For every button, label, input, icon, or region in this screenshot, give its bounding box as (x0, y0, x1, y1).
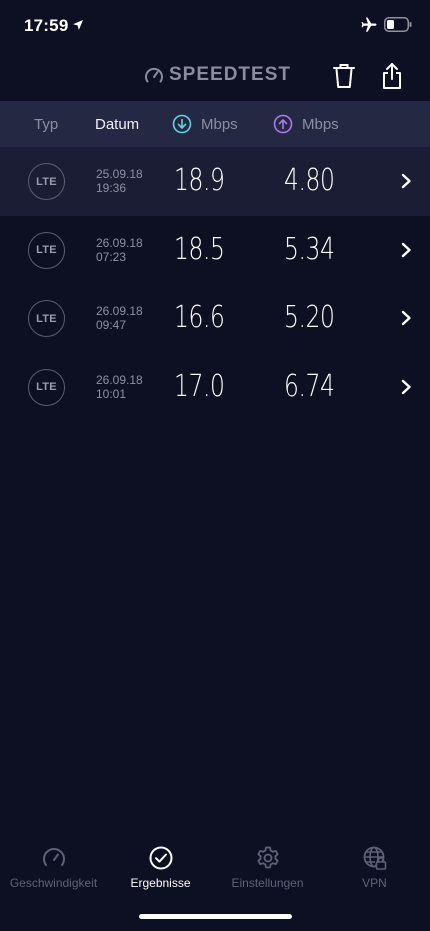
result-datetime: 25.09.18 19:36 (96, 167, 143, 195)
download-unit-label: Mbps (201, 115, 238, 133)
gear-icon (256, 846, 279, 869)
download-value: 18.5 (174, 231, 225, 267)
upload-value: 4.80 (284, 163, 335, 198)
connection-type-badge: LTE (28, 163, 65, 200)
results-list: LTE 25.09.18 19:36 18.9 4.80 LTE 26.09.1… (0, 147, 430, 421)
upload-value: 5.20 (284, 300, 335, 335)
connection-type-badge: LTE (28, 300, 65, 337)
column-download-header[interactable]: Mbps (172, 114, 238, 134)
download-value: 17.0 (174, 368, 225, 404)
tab-label: Einstellungen (231, 876, 304, 890)
speedtest-logo: SPEEDTEST (144, 64, 291, 86)
airplane-icon (361, 17, 377, 32)
result-time: 09:47 (96, 318, 127, 332)
download-arrow-icon (172, 114, 192, 134)
download-value: 18.9 (174, 163, 225, 198)
result-date: 25.09.18 (96, 167, 143, 181)
column-type-header[interactable]: Typ (34, 116, 58, 133)
result-row[interactable]: LTE 26.09.18 07:23 18.5 5.34 (0, 216, 430, 285)
result-datetime: 26.09.18 07:23 (96, 236, 143, 264)
results-column-header: Typ Datum Mbps Mbps (0, 101, 430, 147)
status-time: 17:59 (24, 16, 69, 35)
result-time: 07:23 (96, 249, 127, 264)
upload-value: 5.34 (284, 231, 335, 267)
logo-text: SPEEDTEST (169, 64, 291, 85)
result-row[interactable]: LTE 26.09.18 09:47 16.6 5.20 (0, 284, 430, 353)
location-arrow-icon (73, 20, 83, 30)
globe-lock-icon (363, 846, 386, 870)
tab-einstellungen[interactable]: Einstellungen (214, 838, 321, 898)
result-row[interactable]: LTE 26.09.18 10:01 17.0 6.74 (0, 353, 430, 422)
result-date: 26.09.18 (96, 235, 143, 250)
tab-label: Ergebnisse (130, 876, 191, 890)
trash-button[interactable] (331, 62, 357, 90)
tab-label: VPN (362, 876, 387, 890)
tab-geschwindigkeit[interactable]: Geschwindigkeit (0, 838, 107, 898)
tab-ergebnisse[interactable]: Ergebnisse (107, 838, 214, 898)
result-row[interactable]: LTE 25.09.18 19:36 18.9 4.80 (0, 147, 430, 216)
upload-arrow-icon (273, 114, 293, 134)
chevron-right-icon[interactable] (400, 379, 412, 395)
app-header: SPEEDTEST (0, 50, 430, 102)
home-indicator[interactable] (139, 914, 292, 919)
download-value: 16.6 (174, 300, 225, 335)
result-date: 26.09.18 (96, 304, 143, 318)
check-circle-icon (149, 846, 172, 870)
connection-type-badge: LTE (28, 231, 65, 269)
gauge-icon (42, 848, 65, 866)
chevron-right-icon[interactable] (400, 173, 412, 189)
battery-icon (384, 17, 412, 32)
share-button[interactable] (381, 62, 403, 90)
column-date-header[interactable]: Datum (95, 116, 139, 133)
status-bar: 17:59 (0, 0, 430, 50)
result-datetime: 26.09.18 10:01 (96, 373, 143, 401)
column-upload-header[interactable]: Mbps (273, 114, 339, 134)
connection-type-badge: LTE (28, 368, 65, 406)
result-time: 10:01 (96, 386, 127, 401)
result-time: 19:36 (96, 181, 127, 195)
tab-bar: Geschwindigkeit Ergebnisse Einstellungen… (0, 838, 430, 898)
chevron-right-icon[interactable] (400, 242, 412, 258)
speedometer-icon (145, 67, 163, 83)
upload-value: 6.74 (284, 368, 335, 404)
tab-label: Geschwindigkeit (9, 876, 98, 890)
upload-unit-label: Mbps (302, 115, 339, 133)
chevron-right-icon[interactable] (400, 310, 412, 326)
tab-vpn[interactable]: VPN (321, 838, 428, 898)
result-date: 26.09.18 (96, 372, 143, 387)
result-datetime: 26.09.18 09:47 (96, 304, 143, 332)
